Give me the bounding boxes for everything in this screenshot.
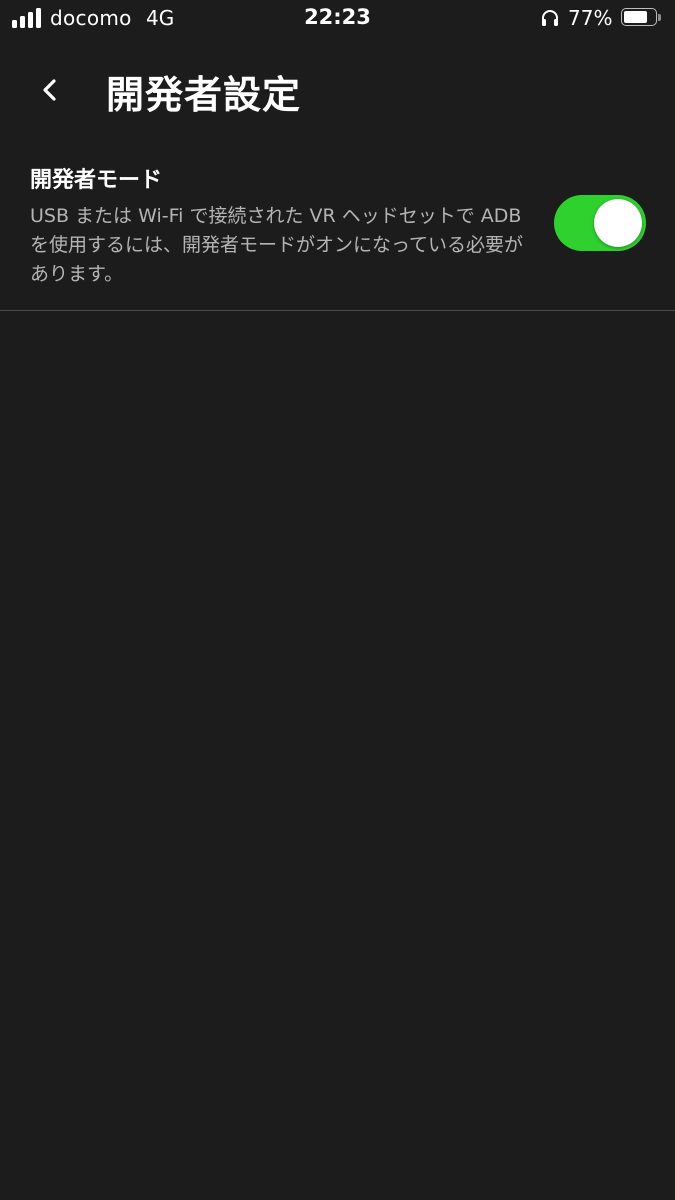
headphones-icon [540,8,560,28]
developer-mode-toggle[interactable] [554,195,646,251]
status-bar: docomo 4G 22:23 77% [0,0,675,38]
battery-percent: 77% [568,6,613,30]
setting-description: USB または Wi-Fi で接続された VR ヘッドセットで ADB を使用す… [30,205,524,285]
chevron-left-icon [43,79,56,101]
header: 開発者設定 [0,48,675,130]
page-title: 開発者設定 [106,73,302,117]
back-button[interactable] [28,68,72,112]
divider [0,310,675,311]
toggle-knob [594,199,642,247]
developer-mode-setting: 開発者モード USB または Wi-Fi で接続された VR ヘッドセットで A… [0,150,675,310]
setting-title: 開発者モード [30,168,163,193]
battery-icon [621,8,661,28]
